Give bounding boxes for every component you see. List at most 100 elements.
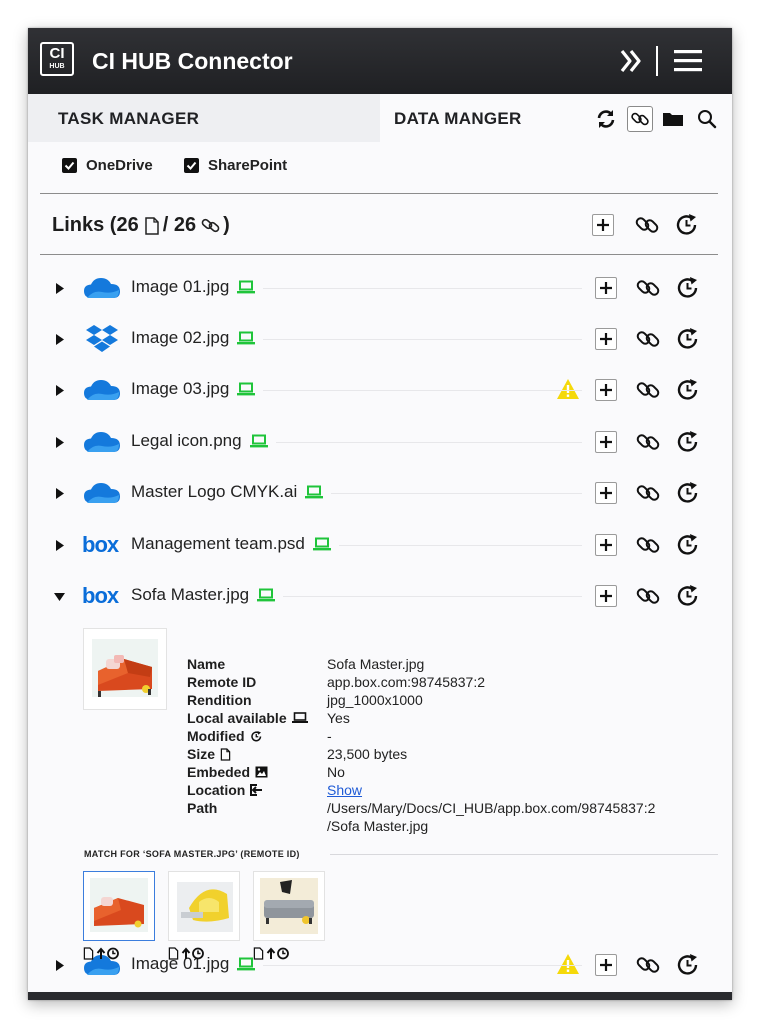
expand-triangle-icon[interactable] xyxy=(54,332,65,350)
relink-button[interactable] xyxy=(635,275,661,301)
file-name[interactable]: Management team.psd xyxy=(131,534,331,554)
onedrive-icon xyxy=(84,278,120,298)
clock-refresh-icon xyxy=(677,534,698,555)
links-count-title: Links (26 / 26 ) xyxy=(52,214,230,236)
divider xyxy=(330,854,718,855)
link-row[interactable]: Master Logo CMYK.ai xyxy=(28,467,732,518)
tab-bar: TASK MANAGER DATA MANGER xyxy=(28,94,732,142)
place-button[interactable] xyxy=(595,328,617,350)
place-button[interactable] xyxy=(595,585,617,607)
meta-embeded-value: No xyxy=(327,764,345,780)
meta-rendition-value: jpg_1000x1000 xyxy=(327,692,423,708)
dropbox-icon xyxy=(86,325,118,352)
links-header: Links (26 / 26 ) xyxy=(28,194,732,254)
expand-triangle-icon[interactable] xyxy=(54,486,65,504)
update-button[interactable] xyxy=(675,275,701,301)
update-button[interactable] xyxy=(675,377,701,403)
show-location-link[interactable]: Show xyxy=(327,782,362,798)
relink-button[interactable] xyxy=(635,480,661,506)
expand-triangle-icon[interactable] xyxy=(54,958,65,976)
upload-clock-icon[interactable] xyxy=(96,947,120,960)
link-row[interactable]: Image 01.jpg xyxy=(28,939,732,990)
relink-button[interactable] xyxy=(635,583,661,609)
plus-icon xyxy=(600,384,612,396)
update-all-button[interactable] xyxy=(674,212,700,238)
tab-task-manager[interactable]: TASK MANAGER xyxy=(28,94,380,142)
filter-sharepoint[interactable]: SharePoint xyxy=(184,157,287,174)
link-row[interactable]: Legal icon.png xyxy=(28,416,732,467)
link-row[interactable]: Image 01.jpg xyxy=(28,262,732,313)
row-separator xyxy=(263,390,582,391)
file-name[interactable]: Sofa Master.jpg xyxy=(131,585,276,605)
plus-icon xyxy=(600,959,612,971)
update-button[interactable] xyxy=(675,326,701,352)
update-button[interactable] xyxy=(675,583,701,609)
file-name[interactable]: Image 01.jpg xyxy=(131,277,256,297)
link-row[interactable]: box Management team.psd xyxy=(28,519,732,570)
link-icon xyxy=(631,112,649,126)
collapse-triangle-icon[interactable] xyxy=(54,589,65,607)
update-button[interactable] xyxy=(675,952,701,978)
relink-button[interactable] xyxy=(635,532,661,558)
box-icon: box xyxy=(82,582,122,610)
upload-clock-icon[interactable] xyxy=(181,947,205,960)
row-separator xyxy=(263,288,582,289)
link-row[interactable]: box Sofa Master.jpg xyxy=(28,570,732,621)
place-button[interactable] xyxy=(595,482,617,504)
expand-triangle-icon[interactable] xyxy=(54,281,65,299)
filter-onedrive[interactable]: OneDrive xyxy=(62,157,153,174)
links-view-button[interactable] xyxy=(627,106,653,132)
expand-triangle-icon[interactable] xyxy=(54,538,65,556)
refresh-button[interactable] xyxy=(593,106,619,132)
file-name[interactable]: Legal icon.png xyxy=(131,431,268,451)
search-button[interactable] xyxy=(694,106,720,132)
match-thumbnail-2[interactable] xyxy=(168,871,240,941)
warning-icon[interactable] xyxy=(556,953,580,980)
update-button[interactable] xyxy=(675,532,701,558)
onedrive-icon xyxy=(84,432,120,452)
header-divider xyxy=(656,46,658,76)
onedrive-icon xyxy=(82,274,122,302)
relink-all-button[interactable] xyxy=(634,212,660,238)
expand-triangle-icon[interactable] xyxy=(54,435,65,453)
folder-button[interactable] xyxy=(660,106,686,132)
place-button[interactable] xyxy=(595,954,617,976)
place-button[interactable] xyxy=(595,277,617,299)
place-button[interactable] xyxy=(595,379,617,401)
relink-button[interactable] xyxy=(635,326,661,352)
match-thumbnail-3[interactable] xyxy=(253,871,325,941)
row-separator xyxy=(331,493,582,494)
sync-icon xyxy=(597,110,615,128)
link-icon xyxy=(201,218,220,232)
place-button[interactable] xyxy=(595,431,617,453)
file-name[interactable]: Image 03.jpg xyxy=(131,379,256,399)
onedrive-icon xyxy=(82,479,122,507)
relink-button[interactable] xyxy=(635,429,661,455)
meta-location-value: Show xyxy=(327,782,362,798)
relink-button[interactable] xyxy=(635,952,661,978)
warning-icon[interactable] xyxy=(556,378,580,405)
add-all-button[interactable] xyxy=(592,214,614,236)
link-row[interactable]: Image 03.jpg xyxy=(28,364,732,415)
relink-button[interactable] xyxy=(635,377,661,403)
upload-clock-icon[interactable] xyxy=(266,947,290,960)
tab-data-manager[interactable]: DATA MANGER xyxy=(380,94,580,142)
laptop-local-icon xyxy=(237,331,256,345)
file-name[interactable]: Image 02.jpg xyxy=(131,328,256,348)
box-icon: box xyxy=(82,531,122,559)
expand-triangle-icon[interactable] xyxy=(54,383,65,401)
update-button[interactable] xyxy=(675,429,701,455)
match-thumbnail-1[interactable] xyxy=(83,871,155,941)
link-row[interactable]: Image 02.jpg xyxy=(28,313,732,364)
update-button[interactable] xyxy=(675,480,701,506)
place-button[interactable] xyxy=(595,534,617,556)
collapse-panel-button[interactable] xyxy=(618,43,644,79)
connector-panel: CI HUB CI HUB Connector TASK MANAGER DAT… xyxy=(28,28,732,1000)
link-icon xyxy=(636,434,660,450)
menu-button[interactable] xyxy=(672,43,704,79)
file-name[interactable]: Master Logo CMYK.ai xyxy=(131,482,324,502)
link-icon xyxy=(636,382,660,398)
app-header: CI HUB CI HUB Connector xyxy=(28,28,732,94)
match-1-actions xyxy=(83,947,120,960)
laptop-local-icon xyxy=(237,382,256,396)
